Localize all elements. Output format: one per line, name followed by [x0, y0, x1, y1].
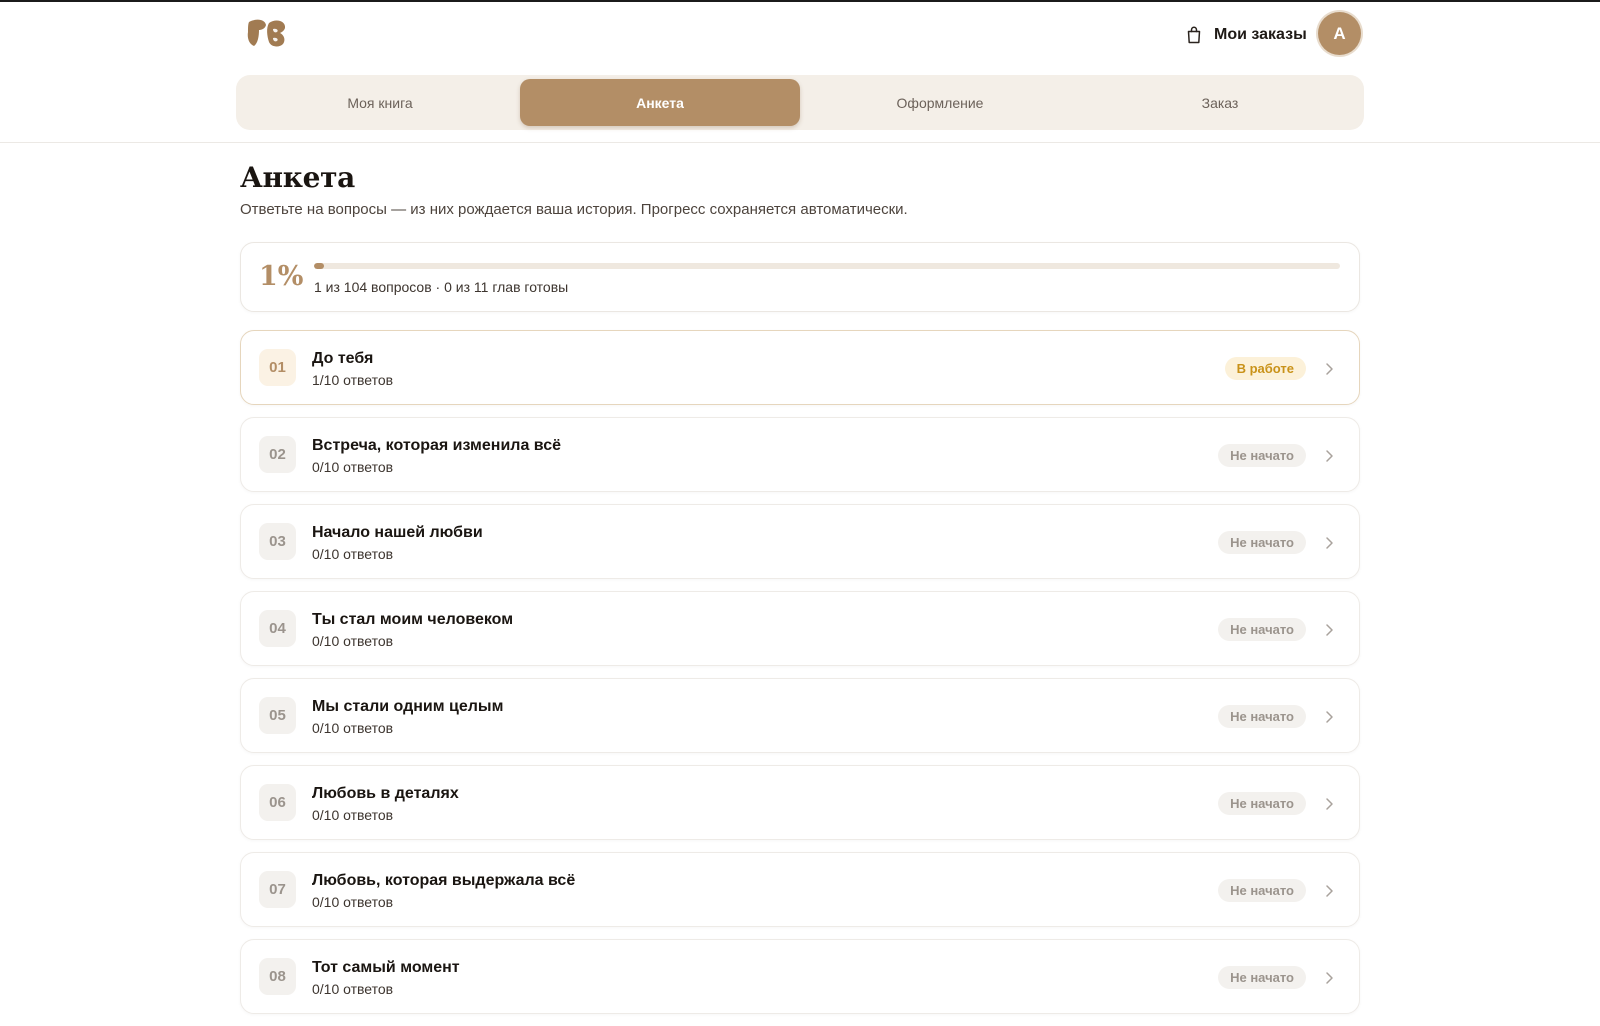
chevron-right-icon — [1326, 972, 1333, 984]
chapter-item[interactable]: 04 Ты стал моим человеком 0/10 ответов Н… — [240, 591, 1360, 666]
status-badge: Не начато — [1218, 618, 1306, 641]
chapter-item[interactable]: 01 До тебя 1/10 ответов В работе — [240, 330, 1360, 405]
chapter-number: 08 — [259, 958, 296, 995]
chevron-right-icon — [1326, 885, 1333, 897]
chapter-item[interactable]: 07 Любовь, которая выдержала всё 0/10 от… — [240, 852, 1360, 927]
shopping-bag-icon — [1187, 26, 1201, 44]
chapter-number: 05 — [259, 697, 296, 734]
tab-design[interactable]: Оформление — [800, 79, 1080, 126]
chapter-answers-count: 0/10 ответов — [312, 981, 394, 997]
chapter-item[interactable]: 05 Мы стали одним целым 0/10 ответов Не … — [240, 678, 1360, 753]
my-orders-link[interactable]: Мои заказы — [1186, 22, 1307, 48]
header: Мои заказы А Моя книга Анкета Оформление… — [0, 2, 1600, 143]
chapter-number: 04 — [259, 610, 296, 647]
chevron-right-icon — [1326, 363, 1333, 375]
chapter-item[interactable]: 03 Начало нашей любви 0/10 ответов Не на… — [240, 504, 1360, 579]
tab-questionnaire[interactable]: Анкета — [520, 79, 800, 126]
chapter-answers-count: 0/10 ответов — [312, 633, 394, 649]
status-badge: Не начато — [1218, 879, 1306, 902]
status-badge: Не начато — [1218, 792, 1306, 815]
avatar[interactable]: А — [1318, 12, 1361, 55]
chapter-title: До тебя — [312, 350, 374, 367]
chapter-answers-count: 0/10 ответов — [312, 546, 394, 562]
chapter-number: 06 — [259, 784, 296, 821]
chapter-title: Тот самый момент — [312, 959, 460, 976]
tab-order[interactable]: Заказ — [1080, 79, 1360, 126]
chapter-title: Ты стал моим человеком — [312, 611, 514, 628]
chapter-answers-count: 0/10 ответов — [312, 807, 394, 823]
chevron-right-icon — [1326, 450, 1333, 462]
status-badge: В работе — [1224, 357, 1306, 380]
my-orders-label: Мои заказы — [1214, 26, 1307, 43]
step-tabs: Моя книга Анкета Оформление Заказ — [236, 75, 1364, 130]
tab-my-book[interactable]: Моя книга — [240, 79, 520, 126]
status-badge: Не начато — [1218, 966, 1306, 989]
chapter-title: Встреча, которая изменила всё — [312, 437, 562, 454]
chevron-right-icon — [1326, 711, 1333, 723]
page-title: Анкета — [240, 161, 356, 194]
chevron-right-icon — [1326, 798, 1333, 810]
status-badge: Не начато — [1218, 444, 1306, 467]
progress-bar — [314, 263, 1340, 269]
chapter-title: Начало нашей любви — [312, 524, 483, 541]
main-content: Анкета Ответьте на вопросы — из них рожд… — [240, 160, 1360, 1014]
chapter-number: 02 — [259, 436, 296, 473]
progress-card: 1% 1 из 104 вопросов · 0 из 11 глав гото… — [240, 242, 1360, 312]
chapter-answers-count: 0/10 ответов — [312, 459, 394, 475]
chapter-number: 01 — [259, 349, 296, 386]
chapter-title: Любовь, которая выдержала всё — [312, 872, 576, 889]
chevron-right-icon — [1326, 537, 1333, 549]
chapter-number: 03 — [259, 523, 296, 560]
chapter-answers-count: 0/10 ответов — [312, 720, 394, 736]
progress-bar-fill — [314, 263, 325, 269]
chapter-item[interactable]: 02 Встреча, которая изменила всё 0/10 от… — [240, 417, 1360, 492]
chevron-right-icon — [1326, 624, 1333, 636]
chapter-title: Мы стали одним целым — [312, 698, 504, 715]
chapter-item[interactable]: 08 Тот самый момент 0/10 ответов Не нача… — [240, 939, 1360, 1014]
chapter-answers-count: 1/10 ответов — [312, 372, 394, 388]
progress-percent: 1% — [259, 261, 304, 292]
chapter-title: Любовь в деталях — [312, 785, 459, 802]
progress-summary: 1 из 104 вопросов · 0 из 11 глав готовы — [314, 279, 569, 295]
chapter-list: 01 До тебя 1/10 ответов В работе 02 Встр… — [240, 330, 1360, 1026]
brand-logo-icon[interactable] — [246, 18, 288, 48]
status-badge: Не начато — [1218, 531, 1306, 554]
page-subtitle: Ответьте на вопросы — из них рождается в… — [240, 201, 908, 218]
chapter-answers-count: 0/10 ответов — [312, 894, 394, 910]
status-badge: Не начато — [1218, 705, 1306, 728]
chapter-item[interactable]: 06 Любовь в деталях 0/10 ответов Не нача… — [240, 765, 1360, 840]
chapter-number: 07 — [259, 871, 296, 908]
